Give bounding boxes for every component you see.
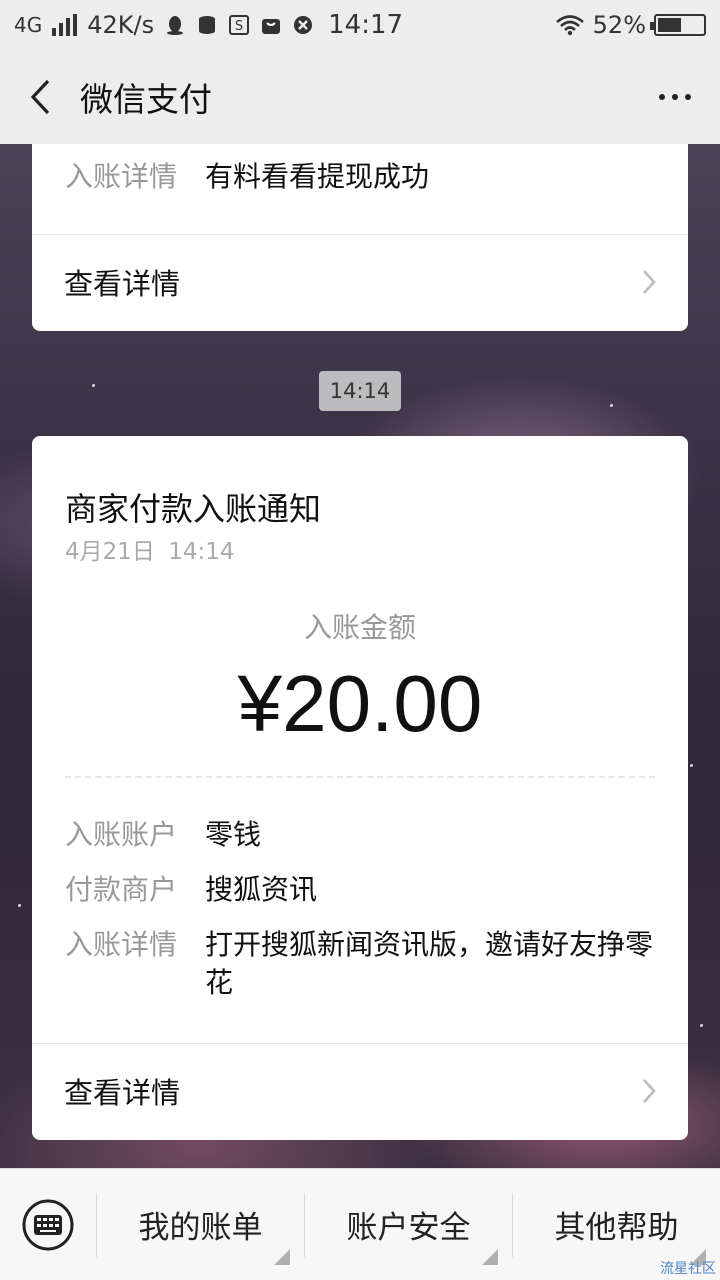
previous-message-card: 入账详情 有料看看提现成功 查看详情 bbox=[32, 144, 688, 331]
keyboard-icon bbox=[22, 1199, 74, 1250]
bottom-menu: 我的账单 账户安全 其他帮助 流星社区 bbox=[0, 1168, 720, 1280]
info-row-account: 入账账户 零钱 bbox=[65, 816, 655, 854]
chevron-right-icon bbox=[643, 270, 656, 294]
notification-date: 4月21日 bbox=[65, 539, 155, 565]
battery-percent: 52% bbox=[592, 11, 646, 39]
battery-icon bbox=[650, 14, 706, 36]
bag-icon bbox=[262, 19, 281, 34]
submenu-indicator-icon bbox=[482, 1248, 498, 1265]
view-details-label: 查看详情 bbox=[64, 267, 181, 301]
close-circle-icon bbox=[294, 16, 313, 34]
chevron-right-icon bbox=[643, 1079, 656, 1103]
page-title: 微信支付 bbox=[80, 80, 212, 119]
view-details-link[interactable]: 查看详情 bbox=[32, 1044, 688, 1138]
view-details-link[interactable]: 查看详情 bbox=[32, 235, 688, 329]
wifi-icon bbox=[555, 15, 584, 36]
notification-title: 商家付款入账通知 bbox=[65, 490, 322, 528]
watermark: 流星社区 bbox=[660, 1261, 716, 1277]
message-timestamp: 14:14 bbox=[319, 371, 401, 411]
info-row-merchant: 付款商户 搜狐资讯 bbox=[65, 871, 655, 909]
network-speed: 42K/s bbox=[87, 11, 155, 39]
amount-value: ¥20.00 bbox=[237, 659, 483, 748]
more-button[interactable] bbox=[630, 50, 720, 144]
dollar-icon: S bbox=[229, 15, 250, 35]
detail-row: 入账详情 有料看看提现成功 bbox=[65, 158, 655, 196]
info-list: 入账账户 零钱 付款商户 搜狐资讯 入账详情 打开搜狐新闻资讯版，邀请好友挣零花 bbox=[65, 816, 655, 1019]
payment-notification-card[interactable]: 商家付款入账通知 4月21日 14:14 入账金额 ¥20.00 入账账户 零钱… bbox=[32, 436, 688, 1140]
submenu-indicator-icon bbox=[274, 1248, 290, 1265]
database-icon bbox=[199, 16, 216, 34]
status-bar: 4G 42K/s S 14:17 52% bbox=[0, 0, 720, 50]
chevron-left-icon bbox=[30, 79, 50, 115]
network-type: 4G bbox=[14, 13, 43, 37]
menu-label: 其他帮助 bbox=[554, 1210, 679, 1246]
dashed-divider bbox=[65, 776, 655, 778]
dot bbox=[685, 94, 691, 100]
row-label: 入账账户 bbox=[65, 818, 178, 851]
row-label: 入账详情 bbox=[65, 160, 178, 193]
row-value: 搜狐资讯 bbox=[205, 873, 318, 906]
notification-datetime: 4月21日 14:14 bbox=[65, 532, 235, 566]
row-label: 入账详情 bbox=[65, 928, 178, 961]
menu-label: 我的账单 bbox=[138, 1210, 263, 1246]
qq-icon bbox=[167, 16, 184, 35]
menu-account-security[interactable]: 账户安全 bbox=[304, 1192, 512, 1265]
notification-time: 14:14 bbox=[168, 539, 235, 565]
signal-icon bbox=[52, 14, 78, 36]
amount-label: 入账金额 bbox=[303, 611, 416, 644]
dot bbox=[672, 94, 678, 100]
clock: 14:17 bbox=[328, 10, 404, 40]
keyboard-toggle-button[interactable] bbox=[0, 1169, 96, 1280]
menu-my-bills[interactable]: 我的账单 bbox=[96, 1192, 304, 1265]
nav-bar: 微信支付 bbox=[0, 50, 720, 144]
row-value: 打开搜狐新闻资讯版，邀请好友挣零花 bbox=[205, 928, 654, 999]
view-details-label: 查看详情 bbox=[64, 1076, 181, 1110]
info-row-details: 入账详情 打开搜狐新闻资讯版，邀请好友挣零花 bbox=[65, 926, 655, 1002]
menu-other-help[interactable]: 其他帮助 bbox=[512, 1192, 720, 1265]
back-button[interactable] bbox=[0, 50, 80, 144]
row-value: 零钱 bbox=[205, 818, 262, 851]
row-label: 付款商户 bbox=[65, 873, 178, 906]
dot bbox=[659, 94, 665, 100]
menu-label: 账户安全 bbox=[346, 1210, 471, 1246]
row-value: 有料看看提现成功 bbox=[205, 160, 430, 193]
svg-text:S: S bbox=[235, 19, 243, 34]
